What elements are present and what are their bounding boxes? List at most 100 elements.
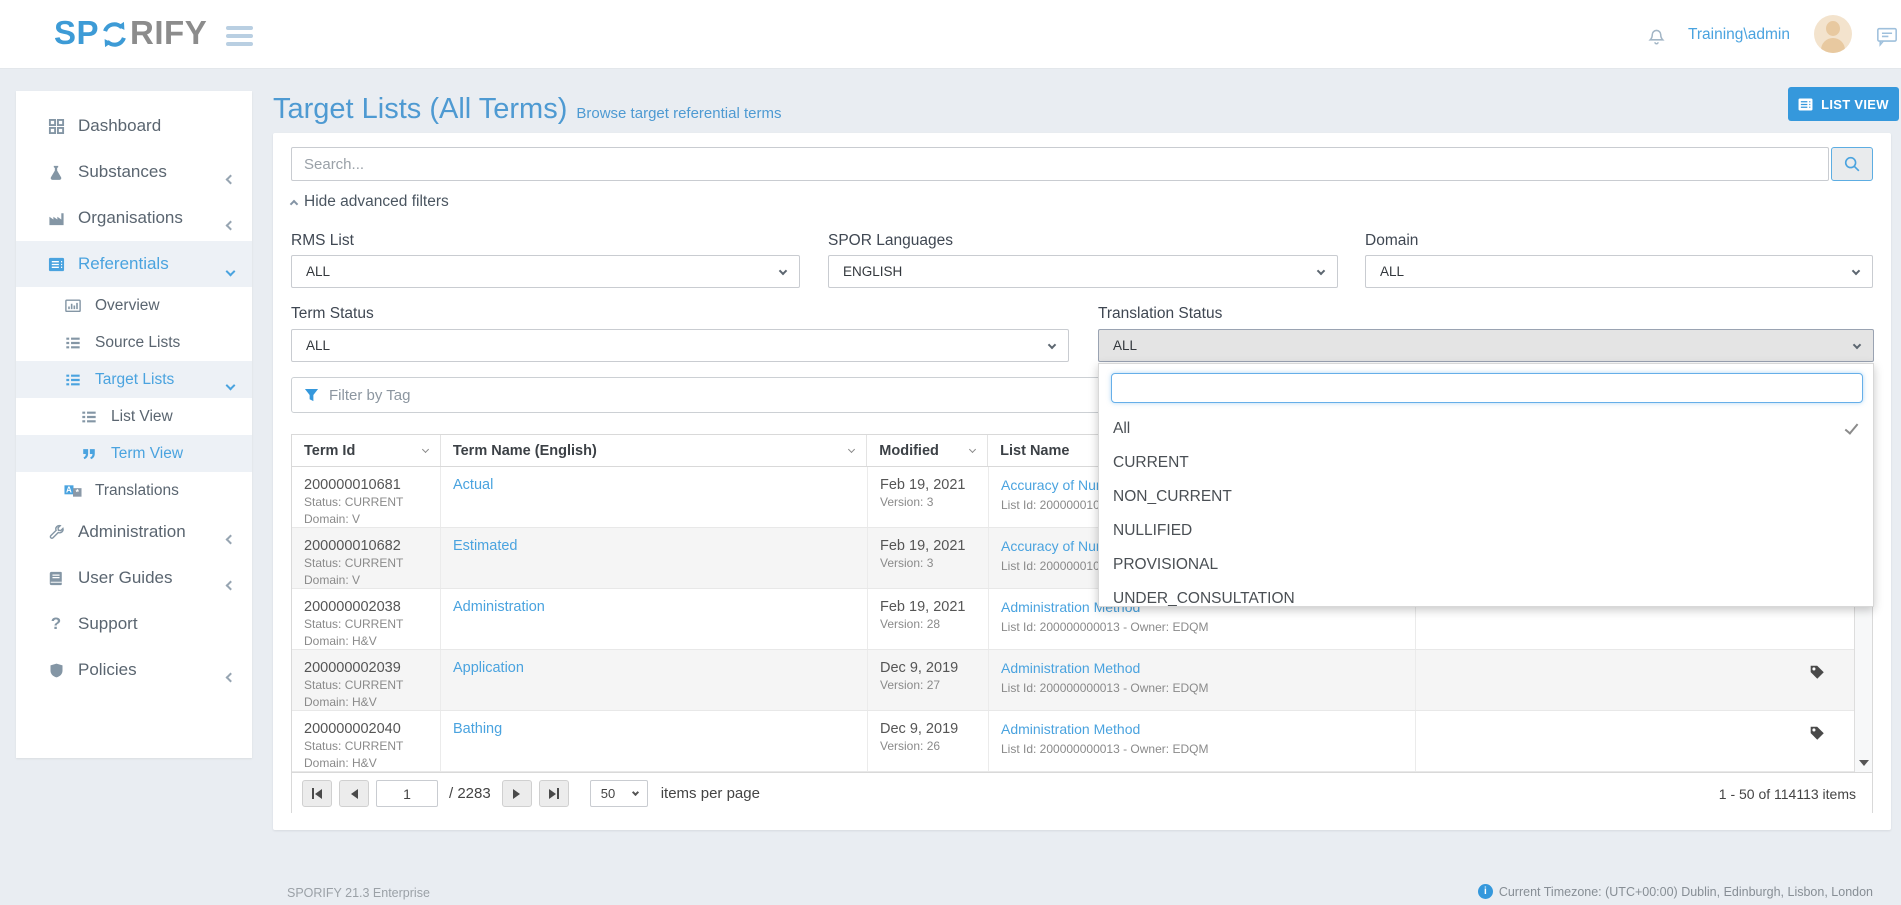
rms-list-label: RMS List [291, 232, 354, 250]
chevron-left-icon [227, 528, 234, 548]
sidebar-item-term-view[interactable]: Term View [16, 435, 252, 472]
sidebar-item-dashboard[interactable]: Dashboard [16, 103, 252, 149]
sidebar-item-substances[interactable]: Substances [16, 149, 252, 195]
sidebar-item-label: Referentials [78, 254, 169, 274]
list-view-button[interactable]: LIST VIEW [1788, 87, 1899, 121]
shield-icon [45, 662, 67, 679]
items-range-label: 1 - 50 of 114113 items [1719, 786, 1862, 802]
version: Version: 3 [880, 494, 976, 511]
page-number-input[interactable] [376, 780, 438, 807]
dropdown-option-under-consultation[interactable]: UNDER_CONSULTATION [1099, 582, 1873, 616]
term-name-link[interactable]: Estimated [453, 537, 855, 555]
sporify-logo[interactable]: SP RIFY [54, 14, 207, 52]
term-name-link[interactable]: Administration [453, 598, 855, 616]
sidebar-item-user-guides[interactable]: User Guides [16, 555, 252, 601]
footer-version-label: SPORIFY 21.3 Enterprise [287, 886, 430, 900]
column-header-term-name[interactable]: Term Name (English) [441, 435, 867, 466]
list-name-link[interactable]: Administration Method [1001, 720, 1403, 738]
flask-icon [45, 164, 67, 181]
sidebar-item-policies[interactable]: Policies [16, 647, 252, 693]
term-name-link[interactable]: Bathing [453, 720, 855, 738]
term-domain: Domain: V [304, 511, 428, 528]
sidebar-item-source-lists[interactable]: Source Lists [16, 324, 252, 361]
sidebar-item-administration[interactable]: Administration [16, 509, 252, 555]
items-per-page-label: items per page [661, 785, 760, 802]
rms-list-value: ALL [306, 264, 330, 279]
sidebar-item-label: User Guides [78, 568, 172, 588]
modified-date: Dec 9, 2019 [880, 659, 976, 677]
sidebar-item-label: Organisations [78, 208, 183, 228]
rms-list-select[interactable]: ALL [291, 255, 800, 288]
list-icon [62, 372, 84, 388]
list-alt-icon [45, 256, 67, 273]
avatar[interactable] [1814, 15, 1852, 53]
dropdown-option-non-current[interactable]: NON_CURRENT [1099, 480, 1873, 514]
sidebar-item-list-view[interactable]: List View [16, 398, 252, 435]
translation-status-label: Translation Status [1098, 305, 1222, 323]
hamburger-menu-icon[interactable] [226, 26, 253, 50]
page-size-select[interactable]: 50 [590, 780, 648, 807]
tag-icon[interactable] [1808, 724, 1826, 745]
sidebar-item-target-lists[interactable]: Target Lists [16, 361, 252, 398]
timezone-label: Current Timezone: (UTC+00:00) Dublin, Ed… [1499, 885, 1873, 899]
user-menu[interactable]: Training\admin [1688, 26, 1790, 44]
term-status-select[interactable]: ALL [291, 329, 1069, 362]
version: Version: 28 [880, 616, 976, 633]
sidebar-item-label: Term View [111, 445, 183, 463]
dropdown-option-provisional[interactable]: PROVISIONAL [1099, 548, 1873, 582]
tag-icon[interactable] [1808, 663, 1826, 684]
spor-languages-select[interactable]: ENGLISH [828, 255, 1338, 288]
domain-label: Domain [1365, 232, 1418, 250]
sidebar-item-organisations[interactable]: Organisations [16, 195, 252, 241]
dropdown-option-all[interactable]: All [1099, 412, 1873, 446]
term-name-link[interactable]: Application [453, 659, 855, 677]
chevron-up-icon [290, 200, 298, 208]
list-name-link[interactable]: Administration Method [1001, 659, 1403, 677]
term-domain: Domain: V [304, 572, 428, 589]
previous-page-button[interactable] [339, 780, 369, 807]
scroll-down-icon[interactable] [1859, 760, 1869, 766]
dropdown-option-current[interactable]: CURRENT [1099, 446, 1873, 480]
term-id: 200000010681 [304, 476, 428, 494]
pagination-bar: / 2283 50 items per page 1 - 50 of 11411… [292, 772, 1872, 814]
column-header-term-id[interactable]: Term Id [292, 435, 441, 466]
spor-languages-value: ENGLISH [843, 264, 902, 279]
feedback-chat-icon[interactable] [1876, 25, 1898, 52]
filter-by-tag-label: Filter by Tag [329, 387, 410, 404]
search-input[interactable] [291, 147, 1829, 181]
translate-icon: A* [62, 483, 84, 499]
next-page-button[interactable] [502, 780, 532, 807]
chevron-down-icon [227, 260, 234, 280]
sidebar-item-overview[interactable]: Overview [16, 287, 252, 324]
hide-advanced-filters-toggle[interactable]: Hide advanced filters [291, 193, 449, 211]
dropdown-option-nullified[interactable]: NULLIFIED [1099, 514, 1873, 548]
sidebar-item-label: Dashboard [78, 116, 161, 136]
modified-date: Feb 19, 2021 [880, 476, 976, 494]
sidebar-item-referentials[interactable]: Referentials [16, 241, 252, 287]
table-row: 200000002040 Status: CURRENT Domain: H&V… [292, 711, 1872, 772]
translation-status-filter-input[interactable] [1111, 373, 1863, 403]
chevron-down-icon [422, 445, 429, 452]
search-button[interactable] [1831, 147, 1873, 181]
sidebar-item-label: Administration [78, 522, 186, 542]
sidebar-item-support[interactable]: ? Support [16, 601, 252, 647]
list-icon [78, 409, 100, 425]
page-subtitle: Browse target referential terms [576, 105, 781, 122]
footer-timezone: i Current Timezone: (UTC+00:00) Dublin, … [1478, 884, 1873, 899]
notifications-bell-icon[interactable] [1645, 24, 1668, 52]
last-page-button[interactable] [539, 780, 569, 807]
sidebar-item-translations[interactable]: A* Translations [16, 472, 252, 509]
sidebar-item-label: Target Lists [95, 371, 174, 389]
translation-status-select[interactable]: ALL [1098, 329, 1874, 362]
term-id: 200000002038 [304, 598, 428, 616]
term-name-link[interactable]: Actual [453, 476, 855, 494]
domain-select[interactable]: ALL [1365, 255, 1873, 288]
chevron-down-icon [969, 445, 976, 452]
grid-icon [45, 118, 67, 135]
bar-chart-icon [62, 298, 84, 314]
first-page-button[interactable] [302, 780, 332, 807]
factory-icon [45, 210, 67, 227]
column-header-modified[interactable]: Modified [867, 435, 988, 466]
table-row: 200000002039 Status: CURRENT Domain: H&V… [292, 650, 1872, 711]
wrench-icon [45, 524, 67, 541]
